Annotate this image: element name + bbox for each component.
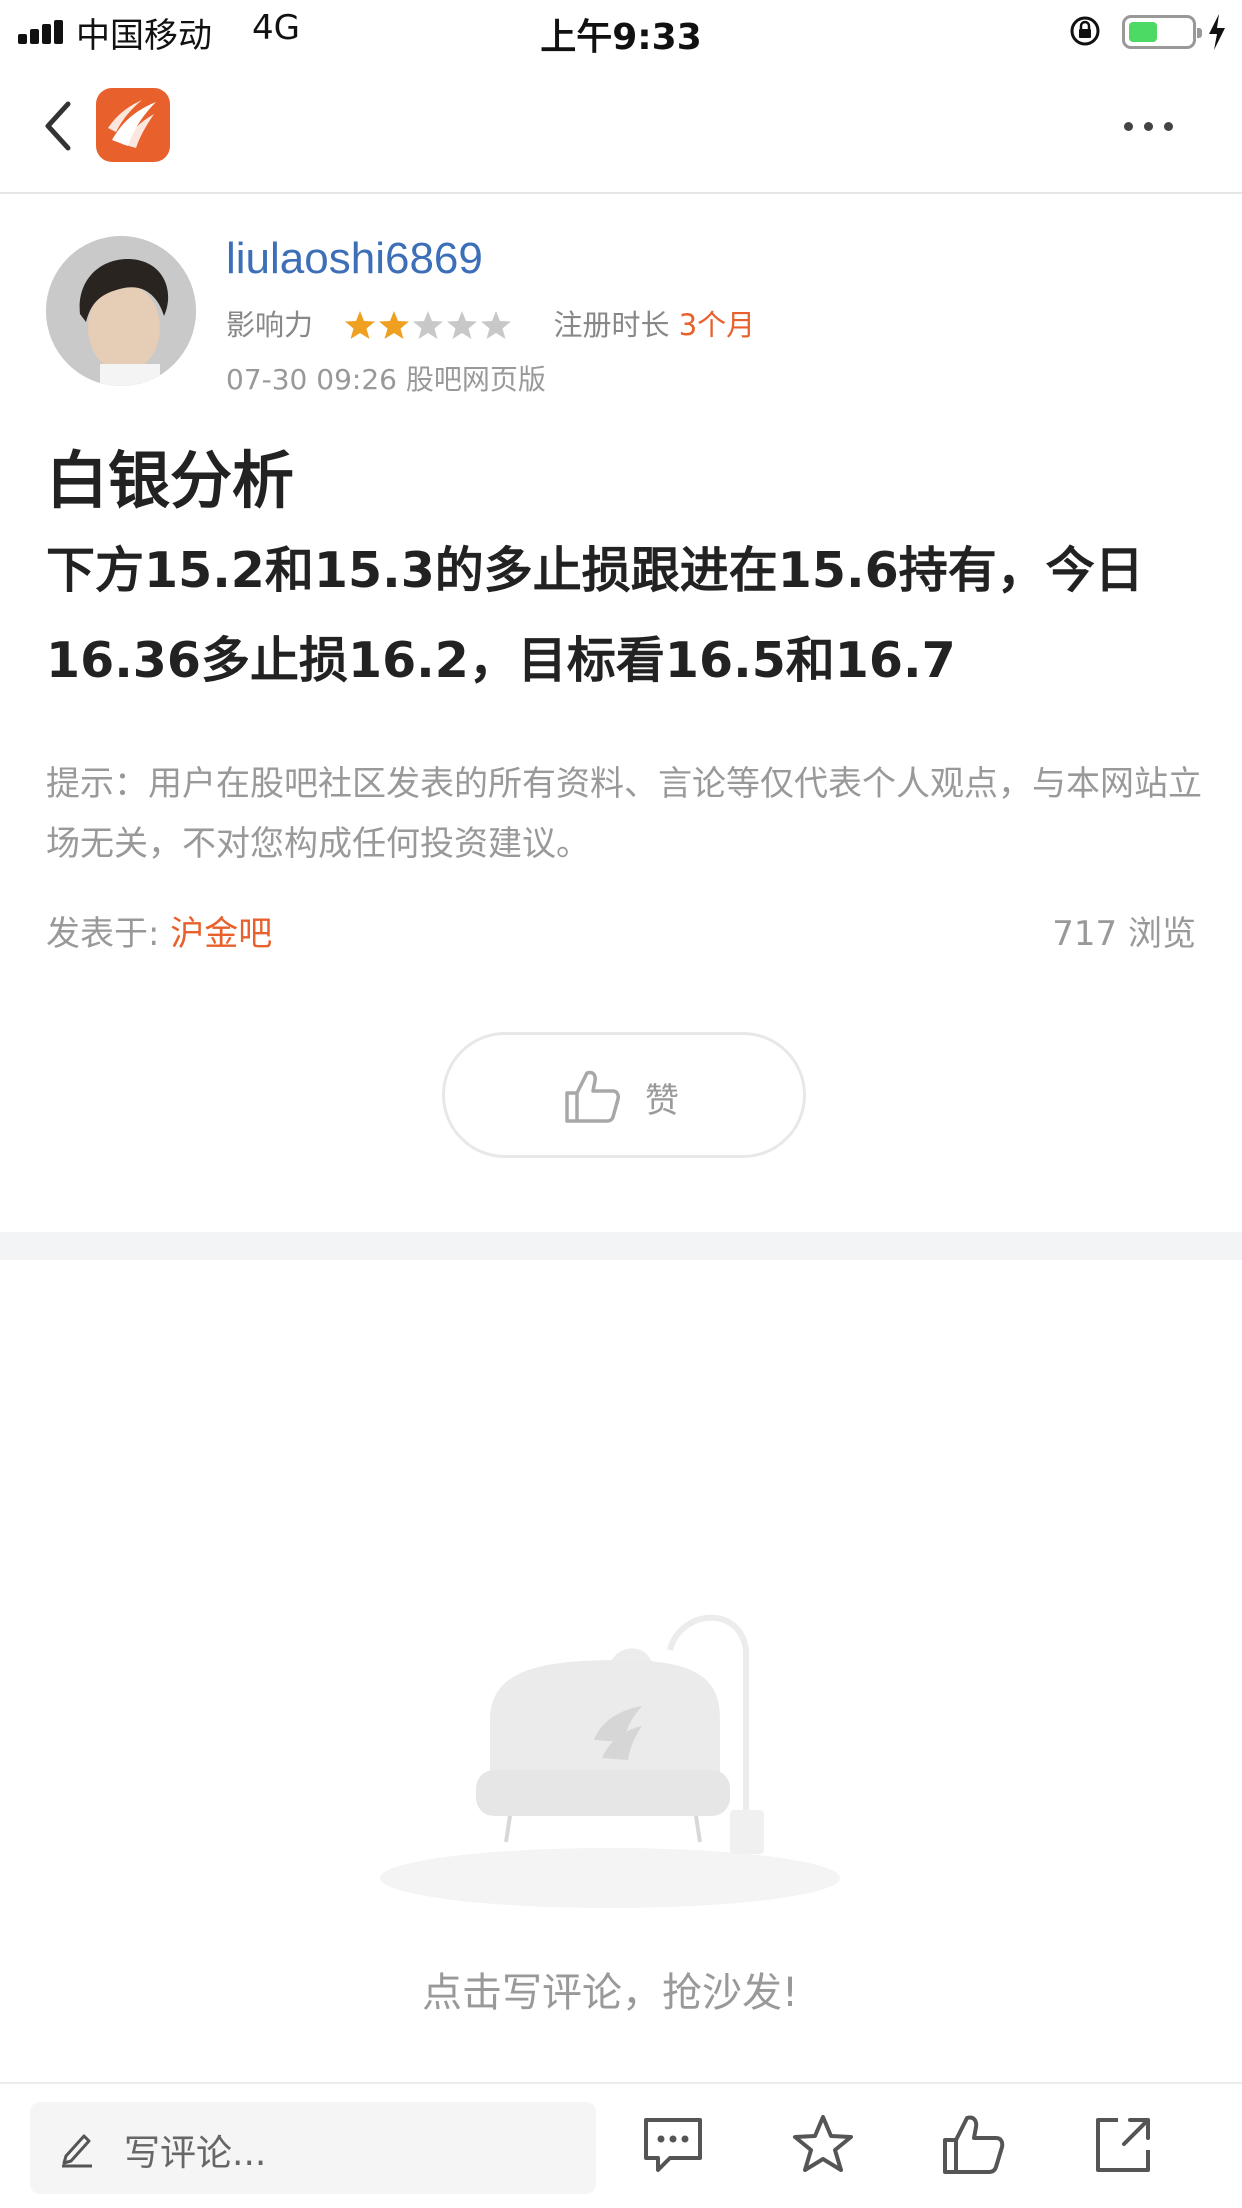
disclaimer-text: 提示：用户在股吧社区发表的所有资料、言论等仅代表个人观点，与本网站立场无关，不对… (46, 764, 1202, 864)
influence-stars (344, 306, 514, 341)
star-empty-icon (413, 310, 444, 339)
battery-icon (1122, 15, 1202, 49)
edit-pen-icon (62, 2134, 92, 2168)
thumbs-up-icon[interactable] (940, 2112, 1006, 2178)
section-divider (0, 1232, 1242, 1260)
empty-comment-prompt[interactable]: 点击写评论，抢沙发! (0, 1960, 1220, 2018)
like-label: 赞 (645, 1081, 679, 1121)
nav-bar (0, 62, 1242, 194)
posted-in: 发表于: 沪金吧 (46, 906, 272, 955)
avatar[interactable] (46, 236, 196, 386)
post-source: 股吧网页版 (405, 363, 546, 396)
posted-in-label: 发表于: (46, 914, 171, 954)
chevron-left-icon[interactable] (38, 96, 82, 156)
status-bar: 中国移动 4G 上午9:33 (0, 0, 1242, 62)
rotation-lock-icon (1070, 16, 1100, 46)
bar-link[interactable]: 沪金吧 (170, 914, 272, 954)
charging-bolt-icon (1209, 14, 1225, 50)
influence-label: 影响力 (226, 308, 314, 342)
post-body: 下方15.2和15.3的多止损跟进在15.6持有，今日16.36多止损16.2，… (46, 542, 1144, 689)
status-time: 上午9:33 (540, 17, 702, 58)
star-empty-icon (447, 310, 478, 339)
like-button[interactable]: 赞 (442, 1032, 806, 1158)
star-empty-icon (481, 310, 512, 339)
author-username[interactable]: liulaoshi6869 (226, 234, 483, 284)
share-icon[interactable] (1090, 2112, 1156, 2178)
more-dots-icon[interactable] (1118, 114, 1182, 138)
app-logo-icon[interactable] (96, 88, 170, 162)
comment-input[interactable]: 写评论... (30, 2102, 596, 2194)
battery-level (1129, 22, 1157, 42)
thumbs-up-icon (565, 1070, 620, 1123)
post-meta: 07-30 09:26 股吧网页版 (226, 358, 546, 398)
comment-placeholder: 写评论... (124, 2133, 267, 2174)
star-filled-icon (345, 310, 376, 339)
star-icon[interactable] (790, 2112, 856, 2178)
sofa-lamp-illustration (380, 1614, 840, 1908)
registration-label: 注册时长 3个月 (553, 308, 756, 342)
post-title: 白银分析 (46, 444, 295, 517)
influence-row: 影响力 注册时长 3个月 (226, 302, 755, 342)
post-time: 07-30 09:26 (226, 363, 397, 396)
comment-icon[interactable] (640, 2112, 706, 2178)
registration-value: 3个月 (678, 308, 756, 342)
star-filled-icon (379, 310, 410, 339)
view-count: 717 浏览 (1052, 914, 1196, 954)
bottom-toolbar: 写评论... (0, 2082, 1242, 2208)
